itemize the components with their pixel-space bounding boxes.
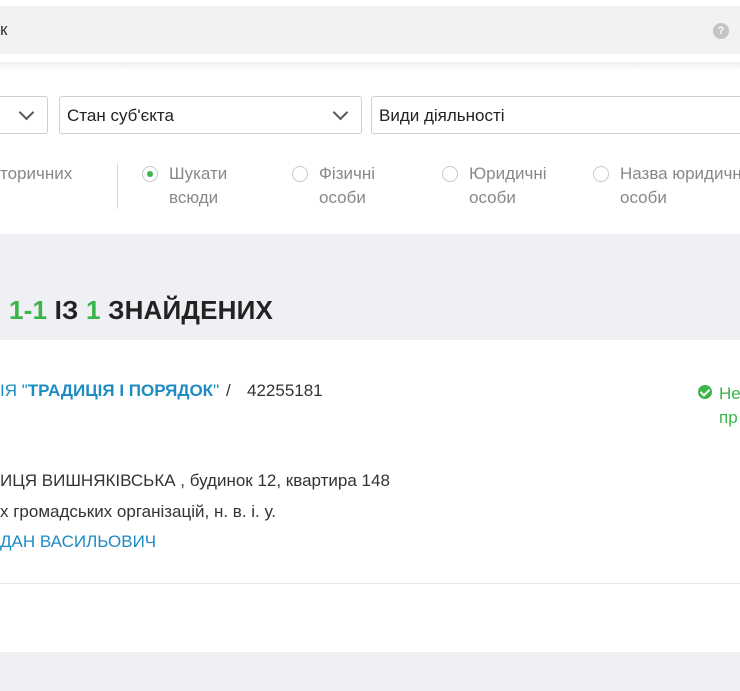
card-divider: [0, 583, 740, 584]
radio-legal-entities[interactable]: [442, 166, 458, 182]
result-card: ІЯ "ТРАДИЦІЯ І ПОРЯДОК" / 42255181 Не пр …: [0, 340, 740, 652]
search-scope-radios: торичних Шукати всюди Фізичні особи Юридич…: [0, 160, 740, 220]
activity-types-label: Види діяльності: [379, 106, 505, 125]
activity-types-select[interactable]: Види діяльності: [371, 96, 740, 134]
radio-divider: [117, 163, 118, 209]
subject-status-label: Стан суб'єкта: [67, 106, 174, 125]
radio-label-legal-entities[interactable]: Юридичні особи: [469, 162, 547, 210]
chevron-down-icon: [332, 104, 349, 121]
radio-search-everywhere[interactable]: [142, 166, 158, 182]
check-circle-icon: [698, 385, 712, 399]
activity-text: х громадських організацій, н. в. і. у.: [0, 502, 277, 521]
radio-label-search-everywhere[interactable]: Шукати всюди: [169, 162, 227, 210]
historical-toggle-label[interactable]: торичних: [0, 162, 72, 186]
radio-label-legal-entity-name[interactable]: Назва юридичн особи: [620, 162, 740, 210]
address-text: ИЦЯ ВИШНЯКІВСЬКА , будинок 12, квартира …: [0, 471, 390, 490]
status-badge: Не пр: [719, 384, 740, 427]
results-count-title: 1-1 ІЗ 1 ЗНАЙДЕНИХ: [9, 295, 274, 325]
chevron-down-icon: [18, 104, 35, 121]
search-panel: к ? Стан суб'єкта Види діяльності торичн…: [0, 0, 740, 234]
separator-slash: /: [226, 381, 231, 400]
head-person-link[interactable]: ДАН ВАСИЛЬОВИЧ: [0, 532, 156, 552]
radio-individuals[interactable]: [292, 166, 308, 182]
subject-status-select[interactable]: Стан суб'єкта: [59, 96, 362, 134]
edrpou-code: 42255181: [247, 381, 323, 400]
search-bar-shadow: [0, 62, 740, 70]
help-icon[interactable]: ?: [713, 23, 729, 39]
filter-select-1[interactable]: [0, 96, 48, 134]
organization-link[interactable]: ІЯ "ТРАДИЦІЯ І ПОРЯДОК": [0, 381, 219, 401]
radio-legal-entity-name[interactable]: [593, 166, 609, 182]
search-input[interactable]: к: [0, 20, 7, 40]
search-bar[interactable]: к ?: [0, 6, 740, 54]
radio-label-individuals[interactable]: Фізичні особи: [319, 162, 375, 210]
